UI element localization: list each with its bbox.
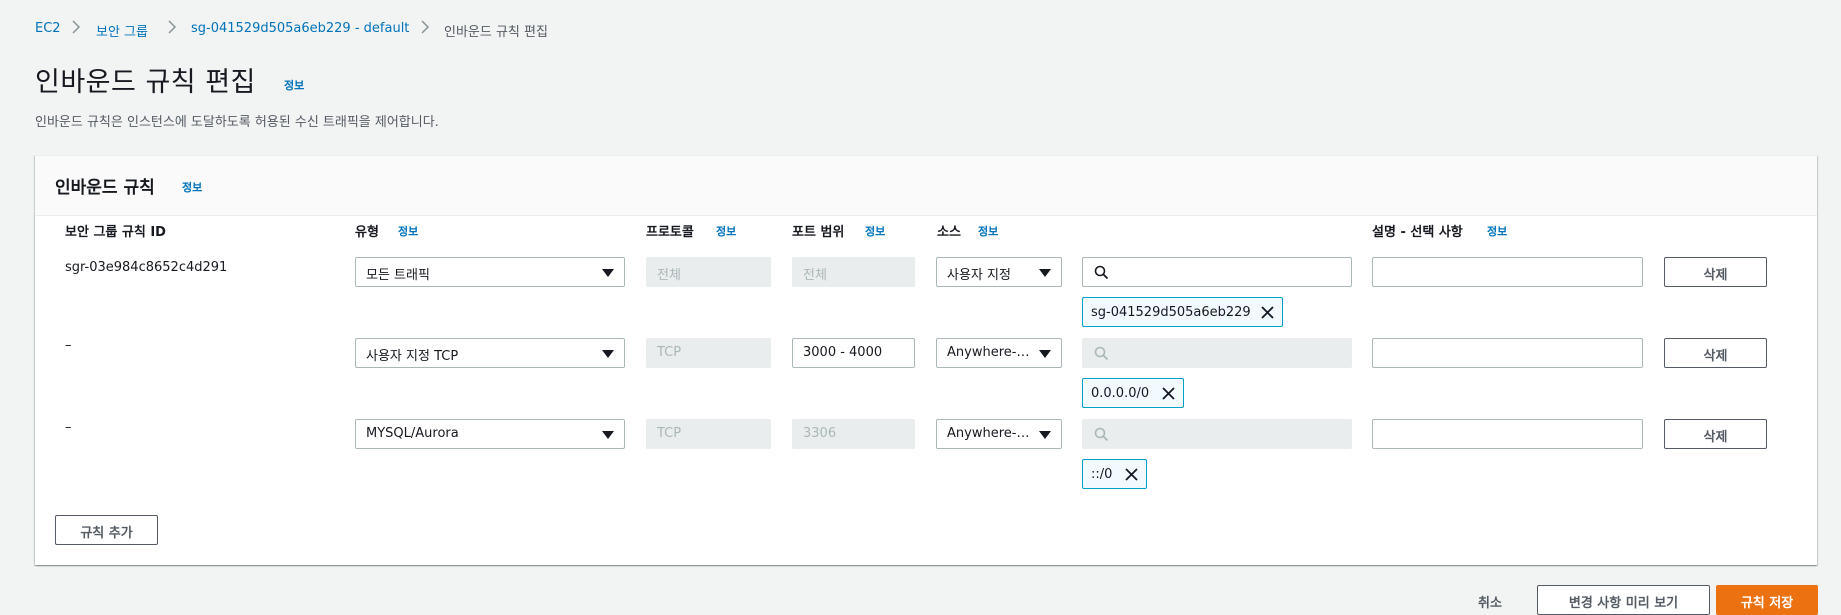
chevron-right-icon [72, 20, 81, 34]
page-info-link[interactable]: 정보 [284, 77, 304, 93]
source-token: ::/0 [1082, 459, 1147, 489]
source-token-label: 0.0.0.0/0 [1091, 386, 1150, 401]
panel-info-link[interactable]: 정보 [182, 179, 202, 195]
rule-id: sgr-03e984c8652c4d291 [65, 260, 228, 275]
add-rule-button[interactable]: 규칙 추가 [55, 515, 158, 545]
source-info-link[interactable]: 정보 [978, 223, 998, 239]
cancel-button[interactable]: 취소 [1478, 592, 1502, 611]
delete-rule-button[interactable]: 삭제 [1664, 257, 1767, 287]
rule-id: – [65, 338, 72, 353]
close-icon[interactable] [1162, 387, 1175, 404]
caret-down-icon [602, 350, 614, 358]
delete-rule-button[interactable]: 삭제 [1664, 338, 1767, 368]
panel-title: 인바운드 규칙 [55, 178, 155, 198]
source-search-input [1082, 419, 1352, 449]
chevron-right-icon [168, 20, 177, 34]
column-header-protocol: 프로토콜 [646, 225, 694, 240]
page-title: 인바운드 규칙 편집 [35, 67, 256, 98]
protocol-field: TCP [646, 338, 771, 368]
source-select[interactable]: 사용자 지정 [936, 257, 1062, 287]
source-select-value: Anywhere-IPv6 [947, 426, 1045, 441]
type-select-value: 모든 트래픽 [366, 268, 430, 283]
type-select[interactable]: 사용자 지정 TCP [355, 338, 625, 368]
column-header-description: 설명 - 선택 사항 [1372, 225, 1463, 240]
page-description: 인바운드 규칙은 인스턴스에 도달하도록 허용된 수신 트래픽을 제어합니다. [35, 115, 439, 130]
description-input[interactable] [1372, 338, 1643, 368]
type-select[interactable]: MYSQL/Aurora [355, 419, 625, 449]
source-select[interactable]: Anywhere-IPv4 [936, 338, 1062, 368]
caret-down-icon [1039, 350, 1051, 358]
source-search-input[interactable] [1082, 257, 1352, 287]
caret-down-icon [602, 431, 614, 439]
breadcrumb-ec2[interactable]: EC2 [35, 21, 61, 36]
port-range-field: 3306 [792, 419, 915, 449]
source-token-label: sg-041529d505a6eb229 [1091, 305, 1251, 320]
description-info-link[interactable]: 정보 [1487, 223, 1507, 239]
protocol-info-link[interactable]: 정보 [716, 223, 736, 239]
source-select-value: 사용자 지정 [947, 268, 1011, 283]
save-rules-button[interactable]: 규칙 저장 [1716, 585, 1818, 615]
source-search-input [1082, 338, 1352, 368]
caret-down-icon [602, 269, 614, 277]
column-header-type: 유형 [355, 225, 379, 240]
port-range-field: 전체 [792, 257, 915, 287]
type-select-value: MYSQL/Aurora [366, 426, 459, 441]
close-icon[interactable] [1125, 468, 1138, 485]
protocol-field: TCP [646, 419, 771, 449]
breadcrumb-current: 인바운드 규칙 편집 [444, 25, 548, 40]
column-header-source: 소스 [937, 225, 961, 240]
source-select[interactable]: Anywhere-IPv6 [936, 419, 1062, 449]
source-select-value: Anywhere-IPv4 [947, 345, 1045, 360]
rule-id: – [65, 420, 72, 435]
panel-header: 인바운드 규칙 정보 [35, 156, 1817, 216]
description-input[interactable] [1372, 419, 1643, 449]
caret-down-icon [1039, 269, 1051, 277]
type-select[interactable]: 모든 트래픽 [355, 257, 625, 287]
type-info-link[interactable]: 정보 [398, 223, 418, 239]
breadcrumb-security-groups[interactable]: 보안 그룹 [96, 21, 148, 40]
source-token: 0.0.0.0/0 [1082, 378, 1184, 408]
caret-down-icon [1039, 431, 1051, 439]
chevron-right-icon [421, 20, 430, 34]
type-select-value: 사용자 지정 TCP [366, 349, 459, 364]
breadcrumb-security-group[interactable]: sg-041529d505a6eb229 - default [191, 21, 409, 36]
port-range-input[interactable]: 3000 - 4000 [792, 338, 915, 368]
search-icon [1094, 427, 1109, 446]
search-icon [1094, 265, 1109, 284]
close-icon[interactable] [1261, 306, 1274, 323]
preview-changes-button[interactable]: 변경 사항 미리 보기 [1537, 585, 1710, 615]
source-token: sg-041529d505a6eb229 [1082, 297, 1283, 327]
source-token-label: ::/0 [1091, 467, 1113, 482]
column-header-rule-id: 보안 그룹 규칙 ID [65, 225, 166, 240]
delete-rule-button[interactable]: 삭제 [1664, 419, 1767, 449]
column-header-port-range: 포트 범위 [792, 225, 845, 240]
protocol-field: 전체 [646, 257, 771, 287]
search-icon [1094, 346, 1109, 365]
port-range-info-link[interactable]: 정보 [865, 223, 885, 239]
description-input[interactable] [1372, 257, 1643, 287]
